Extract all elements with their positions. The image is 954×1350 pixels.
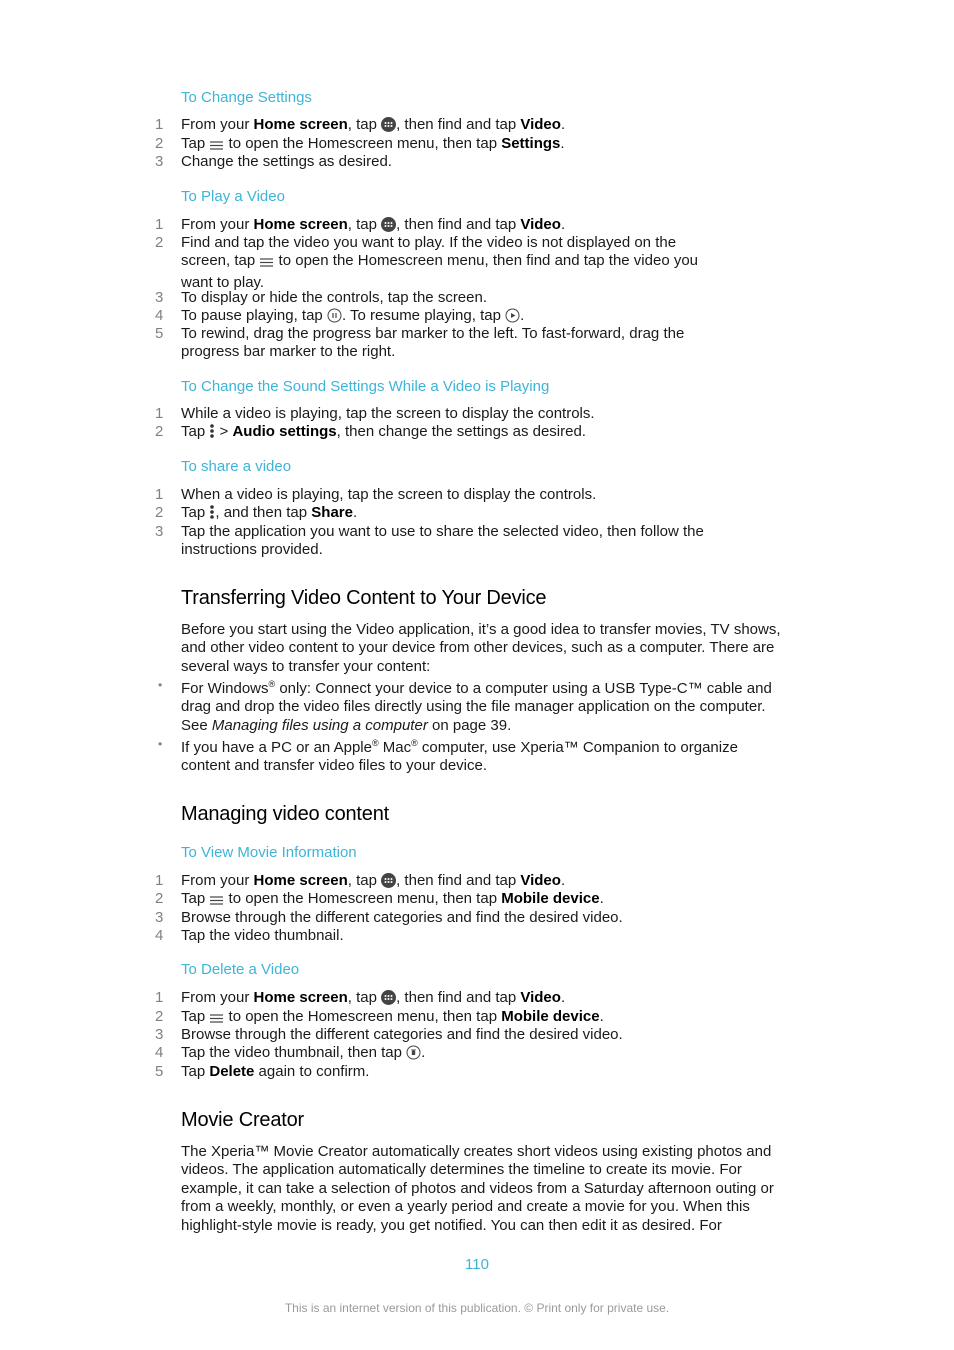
- step-number: 2: [155, 504, 164, 521]
- step-number: 5: [155, 325, 164, 342]
- audio-settings-label: Audio settings: [232, 423, 337, 440]
- video-label: Video: [520, 116, 561, 133]
- step-text: To display or hide the controls, tap the…: [181, 289, 488, 306]
- home-screen-label: Home screen: [253, 989, 348, 1006]
- bullet-text: If you have a PC or an Apple® Mac® compu…: [181, 738, 738, 775]
- document-page: To Change Settings 1 From your Home scre…: [0, 0, 954, 1350]
- home-screen-label: Home screen: [253, 872, 348, 889]
- step-text: To rewind, drag the progress bar marker …: [181, 325, 685, 361]
- step-number: 2: [155, 135, 164, 152]
- step-text: Browse through the different categories …: [181, 1026, 623, 1043]
- settings-label: Settings: [501, 135, 561, 152]
- video-label: Video: [520, 989, 561, 1006]
- step-text: Change the settings as desired.: [181, 153, 392, 170]
- section-title-transferring: Transferring Video Content to Your Devic…: [181, 587, 547, 609]
- step-number: 1: [155, 405, 164, 422]
- home-screen-label: Home screen: [253, 116, 348, 133]
- cross-reference-link[interactable]: Managing files using a computer: [212, 717, 428, 734]
- step-number: 2: [155, 234, 164, 251]
- page-number: 110: [465, 1256, 489, 1273]
- step-number: 3: [155, 289, 164, 306]
- step-number: 1: [155, 116, 164, 133]
- procedure-title-share-video: To share a video: [181, 458, 292, 475]
- home-screen-label: Home screen: [253, 216, 348, 233]
- section-title-managing: Managing video content: [181, 803, 389, 825]
- movie-creator-body: The Xperia™ Movie Creator automatically …: [181, 1143, 774, 1234]
- step-text: Browse through the different categories …: [181, 909, 623, 926]
- step-number: 5: [155, 1063, 164, 1080]
- step-number: 4: [155, 307, 164, 324]
- step-number: 1: [155, 216, 164, 233]
- step-number: 3: [155, 523, 164, 540]
- step-text: While a video is playing, tap the screen…: [181, 405, 595, 422]
- transferring-intro: Before you start using the Video applica…: [181, 621, 781, 675]
- video-label: Video: [520, 216, 561, 233]
- step-number: 2: [155, 890, 164, 907]
- step-number: 3: [155, 1026, 164, 1043]
- procedure-title-delete-video: To Delete a Video: [181, 961, 300, 978]
- bullet-marker: •: [158, 678, 163, 692]
- step-number: 1: [155, 989, 164, 1006]
- procedure-title-play-video: To Play a Video: [181, 188, 285, 205]
- procedure-title-sound-settings: To Change the Sound Settings While a Vid…: [181, 378, 550, 395]
- step-text: Tap > Audio settings, then change the se…: [181, 423, 741, 444]
- bullet-text: For Windows® only: Connect your device t…: [181, 679, 772, 734]
- step-number: 1: [155, 486, 164, 503]
- step-number: 4: [155, 1044, 164, 1061]
- menu-icon: [259, 255, 274, 273]
- step-number: 2: [155, 423, 164, 440]
- step-text: Tap the application you want to use to s…: [181, 523, 704, 559]
- section-title-movie-creator: Movie Creator: [181, 1109, 304, 1131]
- delete-label: Delete: [209, 1063, 255, 1080]
- step-number: 1: [155, 872, 164, 889]
- step-number: 2: [155, 1008, 164, 1025]
- footer-note: This is an internet version of this publ…: [284, 1301, 670, 1315]
- step-text: Find and tap the video you want to play.…: [181, 234, 699, 291]
- step-number: 3: [155, 153, 164, 170]
- bullet-marker: •: [158, 737, 163, 751]
- mobile-device-label: Mobile device: [501, 890, 600, 907]
- procedure-title-change-settings: To Change Settings: [181, 89, 312, 106]
- step-number: 3: [155, 909, 164, 926]
- share-label: Share: [311, 504, 353, 521]
- step-text: Tap the video thumbnail.: [181, 927, 344, 944]
- procedure-title-view-movie-info: To View Movie Information: [181, 844, 357, 861]
- video-label: Video: [520, 872, 561, 889]
- step-text: When a video is playing, tap the screen …: [181, 486, 597, 503]
- step-text: Tap Delete again to confirm.: [181, 1063, 370, 1080]
- mobile-device-label: Mobile device: [501, 1008, 600, 1025]
- step-number: 4: [155, 927, 164, 944]
